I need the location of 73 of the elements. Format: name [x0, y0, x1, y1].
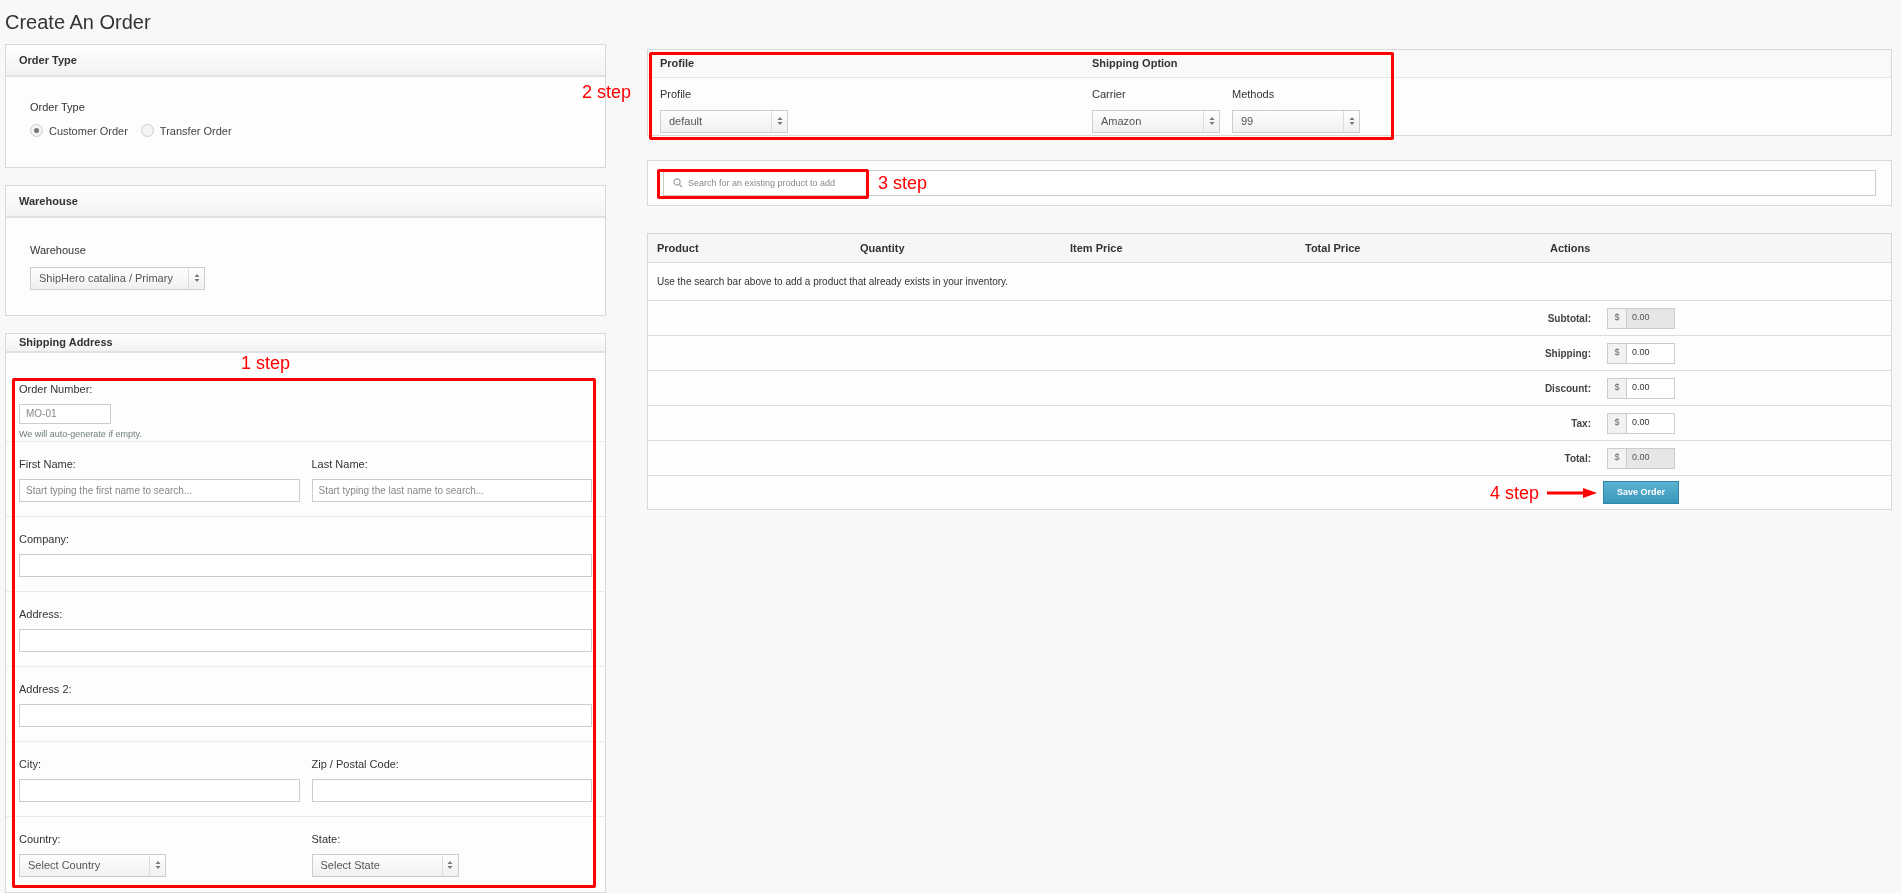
- field-label: First Name:: [19, 457, 77, 472]
- field-label: Address:: [19, 607, 64, 622]
- sort-caret-icon: [193, 273, 200, 283]
- arrow-icon: [1547, 486, 1597, 499]
- field-label: Country:: [19, 832, 62, 847]
- section-title: Shipping Option: [1092, 56, 1178, 72]
- empty-message: Use the search bar above to add a product that already exists in your inventory.: [657, 275, 1009, 289]
- radio-label: Transfer Order: [159, 123, 232, 139]
- radio-label: Customer Order: [49, 123, 128, 139]
- currency-addon: $: [1607, 447, 1627, 469]
- page-title: Create An Order: [5, 10, 151, 35]
- field-label: Order Number:: [19, 382, 94, 397]
- section-title: Profile: [660, 56, 695, 72]
- field-label: State:: [311, 832, 342, 847]
- total-label: Shipping:: [1544, 346, 1591, 361]
- currency-addon: $: [1607, 412, 1627, 434]
- column-header: Total Price: [1305, 240, 1362, 256]
- sort-caret-icon: [1348, 116, 1355, 126]
- input-field[interactable]: [311, 778, 592, 802]
- radio-button[interactable]: [140, 124, 154, 138]
- column-header: Actions: [1550, 240, 1592, 256]
- select-dropdown[interactable]: default: [660, 109, 788, 133]
- currency-addon: $: [1607, 307, 1627, 329]
- sort-caret-icon: [154, 860, 161, 870]
- sort-caret-icon: [447, 860, 453, 870]
- step-label: 3 step: [878, 174, 928, 192]
- select-dropdown[interactable]: Amazon: [1092, 109, 1220, 133]
- sort-caret-icon: [1208, 116, 1215, 126]
- step-label: 1 step: [241, 354, 291, 372]
- sort-caret-icon: [776, 116, 783, 126]
- input-field[interactable]: [19, 628, 592, 652]
- currency-addon: $: [1607, 377, 1627, 399]
- field-label: Order Type: [30, 100, 86, 115]
- panel-title: Warehouse: [19, 193, 78, 209]
- amount-field[interactable]: 0.00: [1627, 342, 1675, 364]
- field-label: Zip / Postal Code:: [311, 757, 400, 772]
- field-label: City:: [19, 757, 42, 772]
- field-label: Methods: [1232, 87, 1276, 102]
- input-field[interactable]: Start typing the first name to search...: [19, 478, 300, 502]
- currency-addon: $: [1607, 342, 1627, 364]
- field-label: Last Name:: [311, 457, 369, 472]
- column-header: Quantity: [860, 240, 906, 256]
- column-header: Product: [657, 240, 700, 256]
- total-label: Discount:: [1544, 381, 1591, 396]
- step-label: 2 step: [582, 83, 632, 101]
- input-field[interactable]: [19, 703, 592, 727]
- search-icon: [673, 178, 683, 188]
- select-dropdown[interactable]: Select State: [311, 853, 459, 877]
- amount-field[interactable]: 0.00: [1627, 377, 1675, 399]
- field-label: Carrier: [1092, 87, 1127, 102]
- field-label: Company:: [19, 532, 71, 547]
- input-field[interactable]: MO-01: [19, 403, 111, 424]
- help-text: We will auto-generate if empty.: [19, 427, 143, 441]
- radio-button[interactable]: [30, 124, 43, 138]
- amount-field: 0.00: [1627, 307, 1675, 329]
- total-label: Tax:: [1571, 416, 1591, 431]
- field-label: Profile: [660, 87, 693, 102]
- panel-title: Shipping Address: [19, 335, 113, 351]
- input-field[interactable]: [19, 778, 300, 802]
- field-label: Warehouse: [30, 243, 87, 258]
- amount-field[interactable]: 0.00: [1627, 412, 1675, 434]
- input-field[interactable]: [19, 553, 592, 577]
- select-dropdown[interactable]: ShipHero catalina / Primary: [30, 266, 205, 290]
- column-header: Item Price: [1070, 240, 1124, 256]
- total-label: Total:: [1564, 451, 1591, 466]
- input-field[interactable]: Start typing the last name to search...: [311, 478, 592, 502]
- select-dropdown[interactable]: 99: [1232, 109, 1360, 133]
- select-dropdown[interactable]: Select Country: [19, 853, 166, 877]
- amount-field: 0.00: [1627, 447, 1675, 469]
- step-label: 4 step: [1489, 483, 1539, 502]
- total-label: Subtotal:: [1547, 311, 1591, 326]
- panel-title: Order Type: [19, 52, 77, 68]
- field-label: Address 2:: [19, 682, 73, 697]
